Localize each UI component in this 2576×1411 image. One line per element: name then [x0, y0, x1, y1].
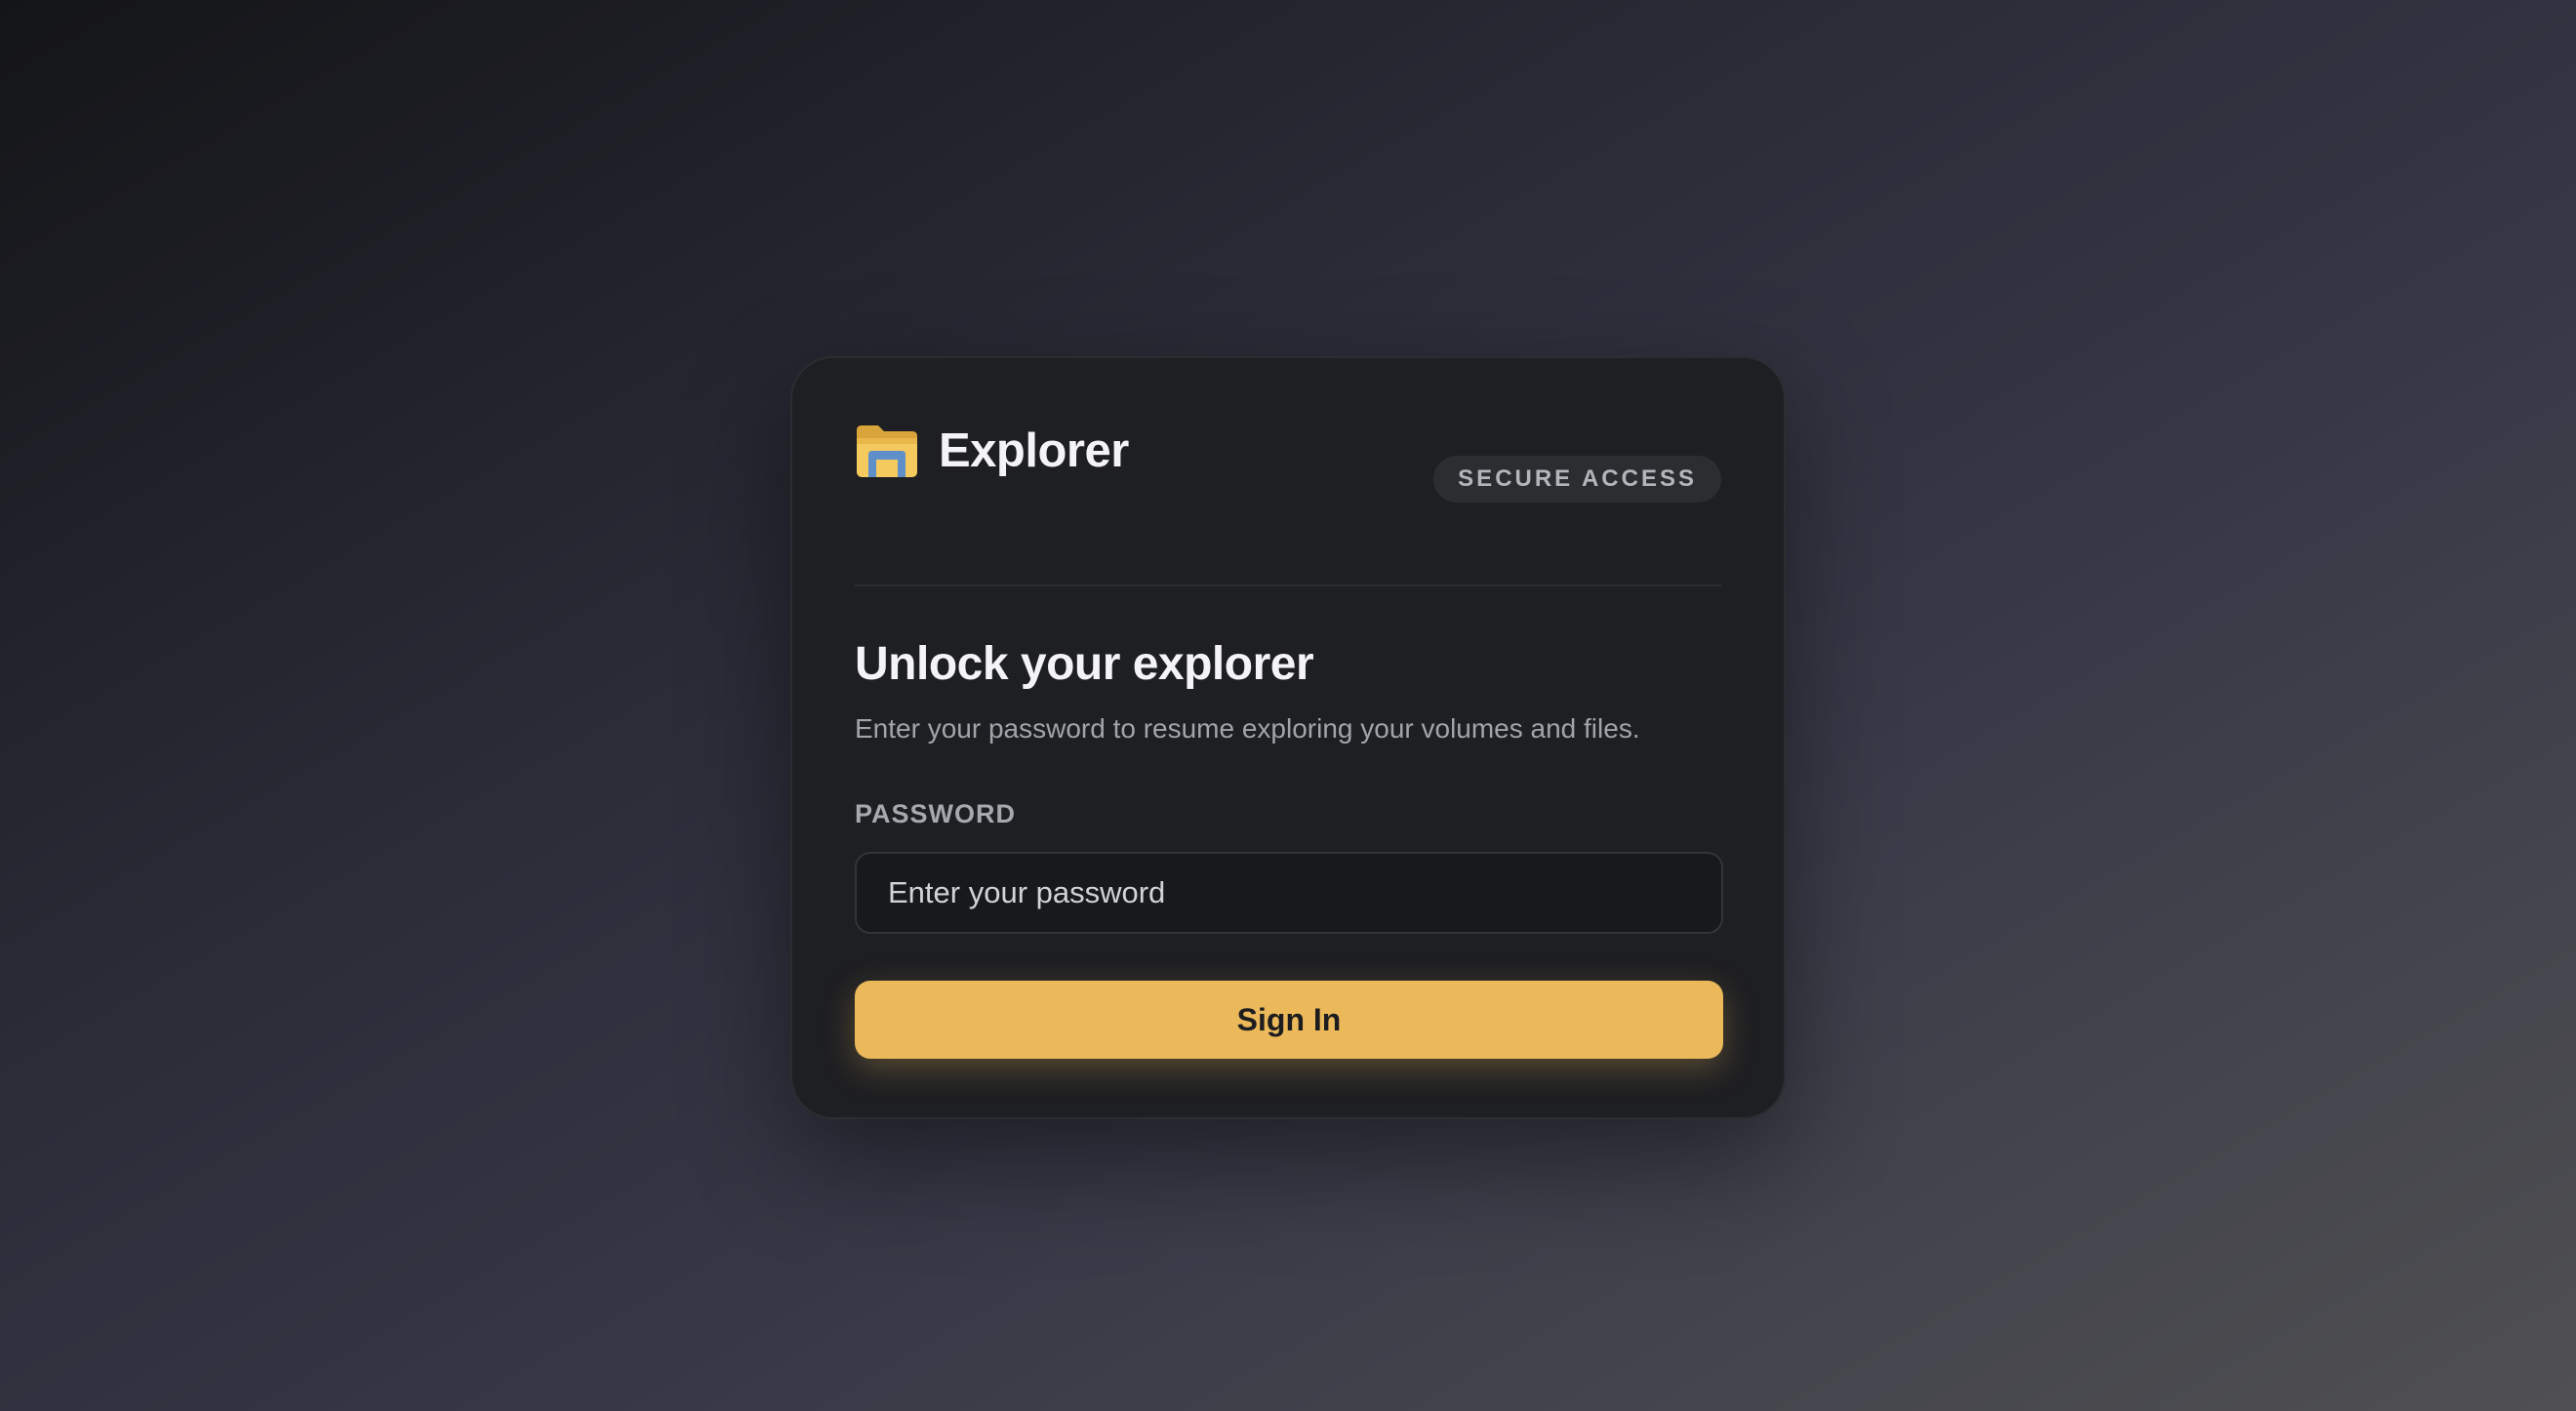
- page-title: Unlock your explorer: [855, 638, 1314, 690]
- app-name: Explorer: [939, 424, 1129, 477]
- password-input[interactable]: [855, 852, 1723, 934]
- page-subtitle: Enter your password to resume exploring …: [855, 713, 1640, 744]
- folder-icon: [857, 425, 917, 477]
- secure-access-badge: SECURE ACCESS: [1433, 456, 1721, 503]
- login-card: Explorer SECURE ACCESS Unlock your explo…: [790, 356, 1786, 1119]
- brand: Explorer: [855, 423, 1129, 479]
- header-divider: [855, 585, 1721, 586]
- password-label: PASSWORD: [855, 799, 1017, 828]
- sign-in-button[interactable]: Sign In: [855, 981, 1723, 1059]
